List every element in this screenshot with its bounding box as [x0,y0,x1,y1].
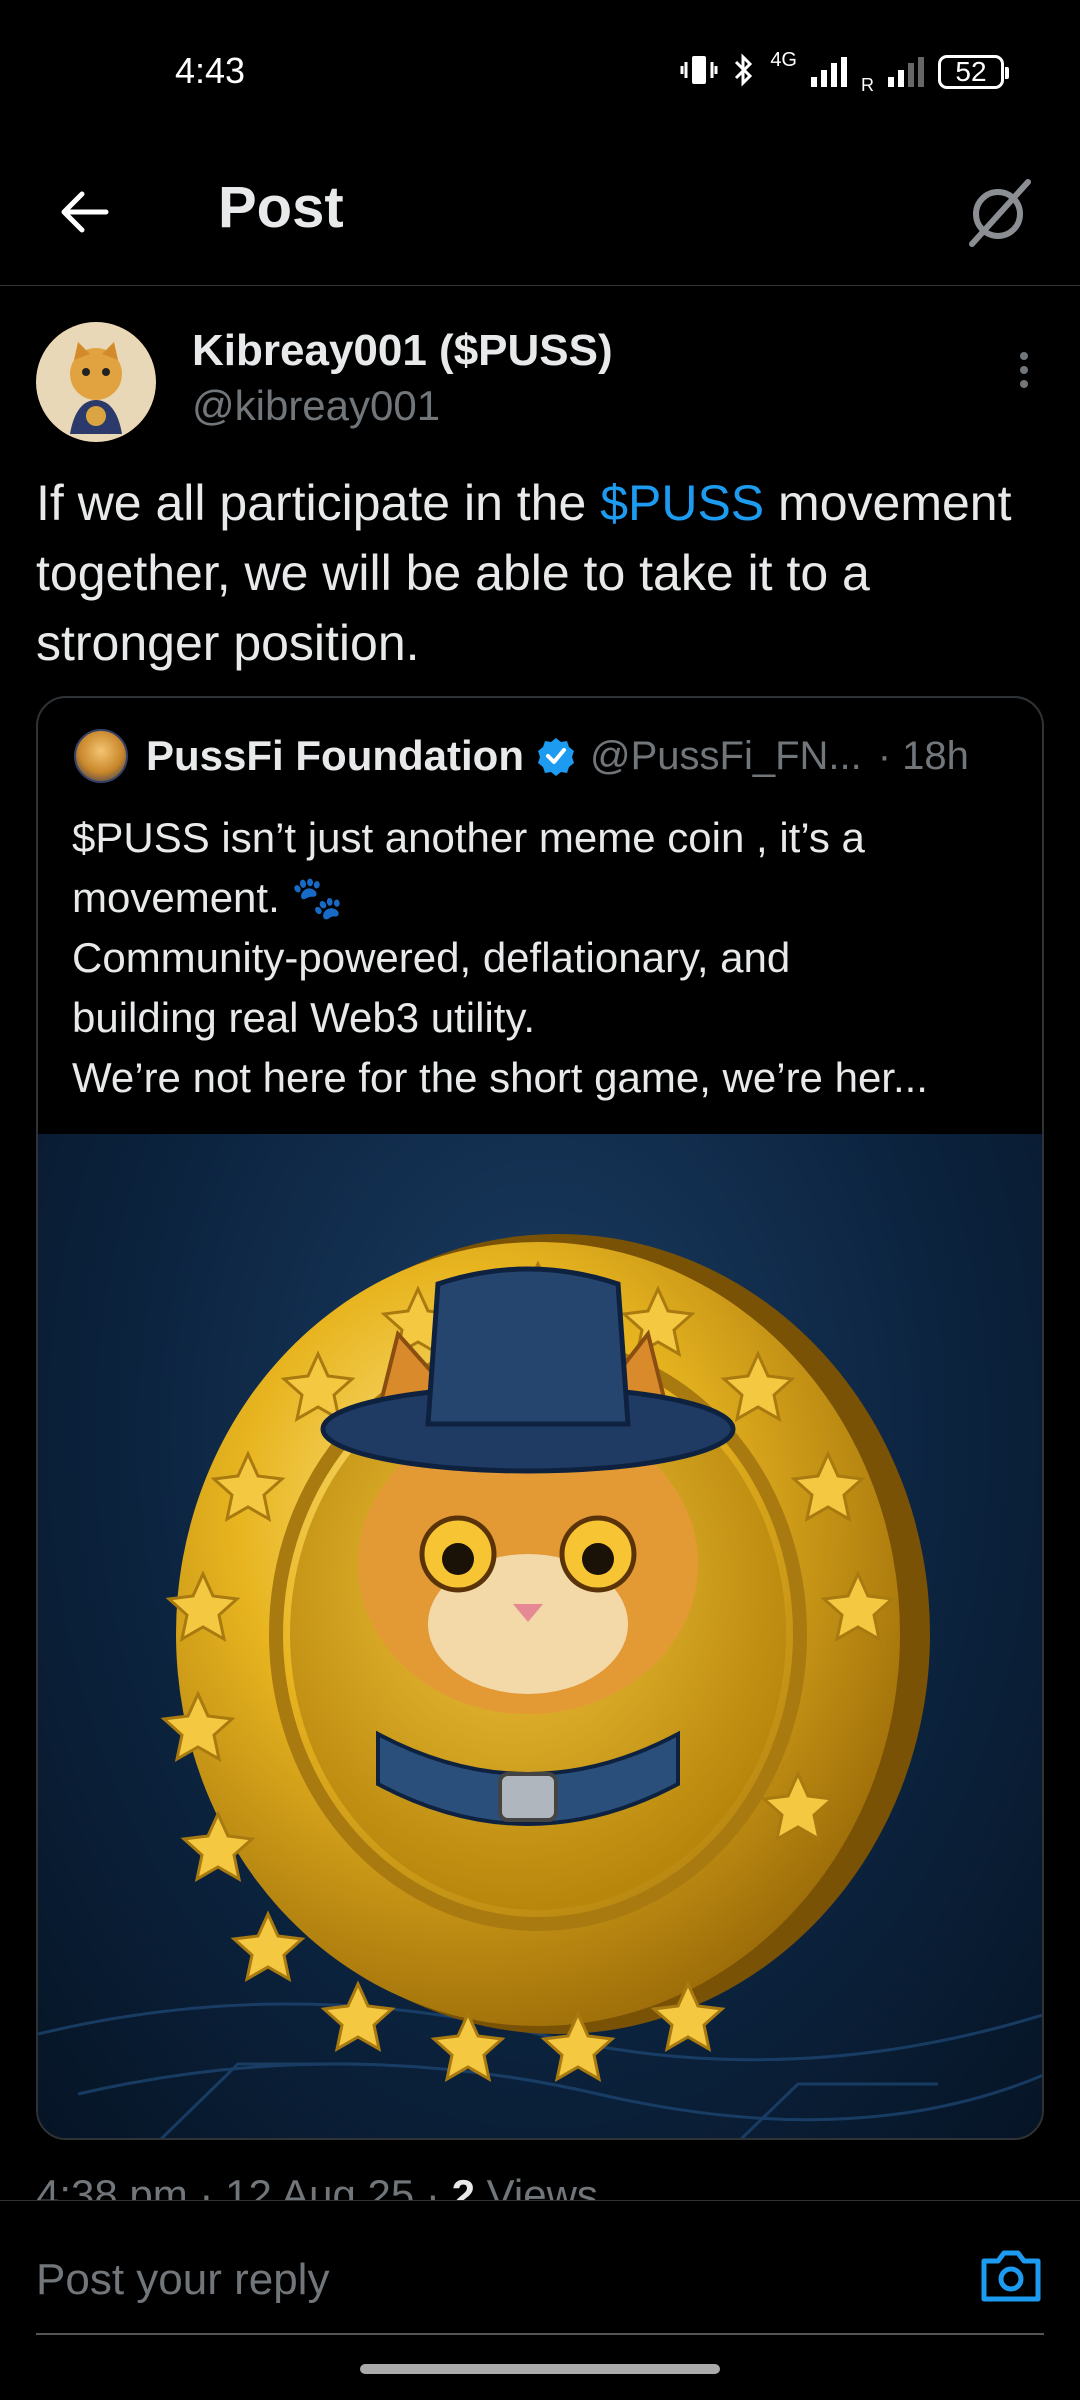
quote-text: $PUSS isn’t just another meme coin , it’… [72,808,1012,1108]
page-title: Post [218,175,344,240]
status-icons: 4G R 52 [680,49,1009,95]
more-options-button[interactable] [1004,346,1044,394]
roaming-label: R [861,75,874,95]
verified-badge-icon [537,738,574,776]
grok-icon [969,179,1031,247]
author-name[interactable]: Kibreay001 ($PUSS) [192,326,613,376]
top-bar: Post [0,140,1080,286]
quote-header: PussFi Foundation @PussFi_FN... · 18h [74,728,969,784]
author-avatar[interactable] [36,322,156,442]
cashtag-link[interactable]: $PUSS [600,475,764,531]
network-type: 4G [770,49,797,71]
bluetooth-icon [732,52,756,92]
vibrate-icon [680,53,718,92]
post-meta: 4:38 pm · 12 Aug 25 · 2 Views [36,2160,598,2200]
status-time: 4:43 [175,50,246,91]
reply-input[interactable] [36,2255,916,2305]
quote-line: $PUSS isn’t just another meme coin , it’… [72,814,865,861]
home-indicator[interactable] [360,2364,720,2374]
quote-media-image[interactable] [38,1134,1042,2138]
battery-level: 52 [955,56,987,87]
camera-icon [981,2250,1041,2302]
quote-line: building real Web3 utility. [72,994,536,1041]
signal-icon [811,57,847,87]
quote-line: We’re not here for the short game, we’re… [72,1054,928,1101]
grok-button[interactable] [956,170,1040,254]
battery-icon: 52 [938,55,1009,89]
reply-underline [36,2333,1044,2335]
post-text-start: If we all participate in the [36,475,601,531]
more-dot-icon [1020,352,1028,360]
status-bar: 4:43 4G R 52 [0,0,1080,140]
views-label: Views [474,2171,598,2200]
quote-time: · 18h [877,733,969,778]
camera-button[interactable] [978,2245,1044,2305]
back-button[interactable] [48,176,120,248]
quote-line: Community-powered, deflationary, and [72,934,791,981]
post-timestamp: 4:38 pm · 12 Aug 25 · [36,2171,452,2200]
quote-avatar [74,729,128,783]
quoted-post[interactable]: PussFi Foundation @PussFi_FN... · 18h $P… [36,696,1044,2140]
author-handle[interactable]: @kibreay001 [192,382,440,430]
post-text: If we all participate in the $PUSS movem… [36,468,1046,678]
coin-illustration [38,1234,1042,2138]
quote-author-name: PussFi Foundation [146,732,524,779]
signal-icon-2 [888,57,924,87]
quote-author-handle: @PussFi_FN... [589,733,862,778]
arrow-left-icon [61,191,109,233]
reply-bar [0,2200,1080,2340]
quote-line: movement. 🐾 [72,874,344,921]
views-count[interactable]: 2 [452,2171,475,2200]
